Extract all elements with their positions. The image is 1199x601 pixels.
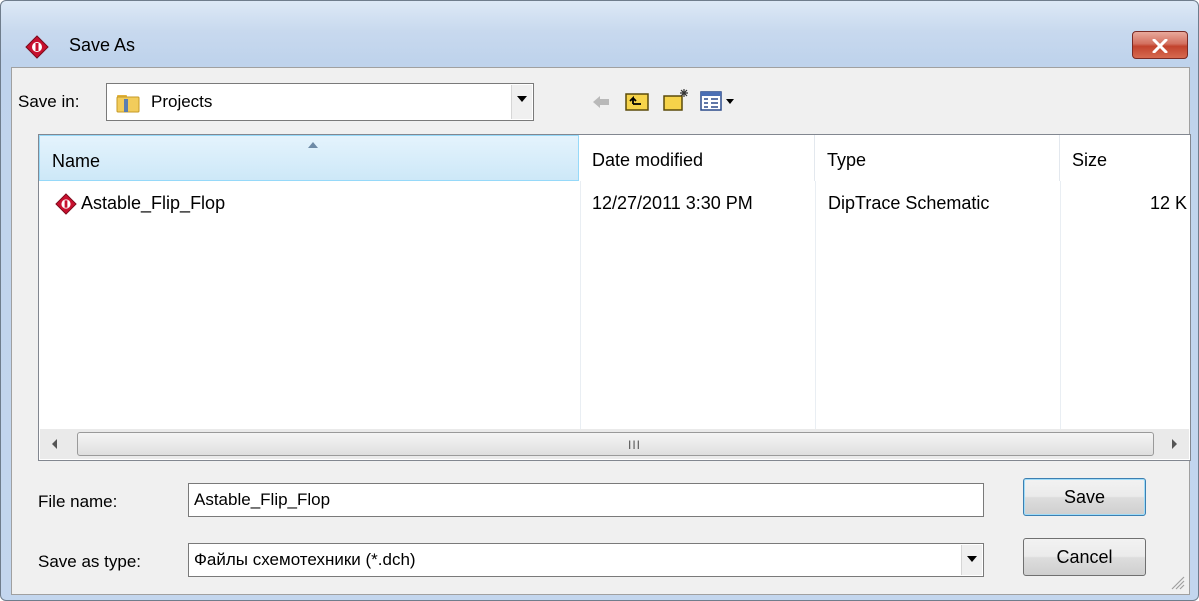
close-icon (1152, 39, 1168, 53)
file-row[interactable]: Astable_Flip_Flop 12/27/2011 3:30 PM Dip… (39, 185, 1192, 223)
scroll-right-icon[interactable] (1172, 439, 1177, 449)
save-in-value: Projects (151, 92, 213, 111)
save-as-dialog: Save As Save in: Projects Name Date modi… (0, 0, 1199, 601)
folder-icon (116, 95, 140, 113)
cancel-button[interactable]: Cancel (1023, 538, 1146, 576)
diptrace-file-icon (55, 193, 77, 215)
column-header-size[interactable]: Size (1060, 135, 1198, 181)
column-header-type[interactable]: Type (815, 135, 1060, 181)
save-as-type-label: Save as type: (38, 552, 142, 571)
resize-grip-icon[interactable] (1169, 574, 1185, 590)
sort-ascending-icon (308, 142, 318, 148)
scroll-grip: III (628, 438, 642, 452)
file-name: Astable_Flip_Flop (81, 193, 226, 213)
save-in-label: Save in: (18, 92, 80, 111)
chevron-down-icon[interactable] (511, 85, 532, 119)
chevron-down-icon[interactable] (961, 545, 982, 575)
file-date: 12/27/2011 3:30 PM (592, 193, 753, 213)
horizontal-scrollbar[interactable]: III (40, 429, 1189, 459)
new-folder-icon[interactable] (662, 88, 690, 112)
save-button[interactable]: Save (1023, 478, 1146, 516)
scroll-left-icon[interactable] (52, 439, 57, 449)
up-folder-icon[interactable] (624, 90, 650, 112)
save-in-combo[interactable]: Projects (106, 83, 534, 121)
back-arrow-icon[interactable] (592, 94, 610, 110)
file-name-label: File name: (38, 492, 118, 511)
title-bar[interactable]: Save As (1, 1, 1198, 59)
file-type: DipTrace Schematic (828, 193, 990, 213)
file-list[interactable]: Name Date modified Type Size Astable_Fli… (38, 134, 1191, 461)
file-name-input[interactable]: Astable_Flip_Flop (188, 483, 984, 517)
column-header-name[interactable]: Name (39, 135, 579, 181)
window-title: Save As (69, 35, 136, 55)
file-size: 12 K (1150, 193, 1188, 213)
save-as-type-select[interactable]: Файлы схемотехники (*.dch) (188, 543, 984, 577)
scroll-thumb[interactable]: III (77, 432, 1154, 456)
close-button[interactable] (1132, 31, 1188, 59)
view-menu-icon[interactable] (700, 90, 740, 112)
dialog-body: Save in: Projects Name Date modified Typ… (11, 67, 1191, 595)
column-header-date[interactable]: Date modified (580, 135, 815, 181)
diptrace-app-icon (25, 35, 49, 59)
